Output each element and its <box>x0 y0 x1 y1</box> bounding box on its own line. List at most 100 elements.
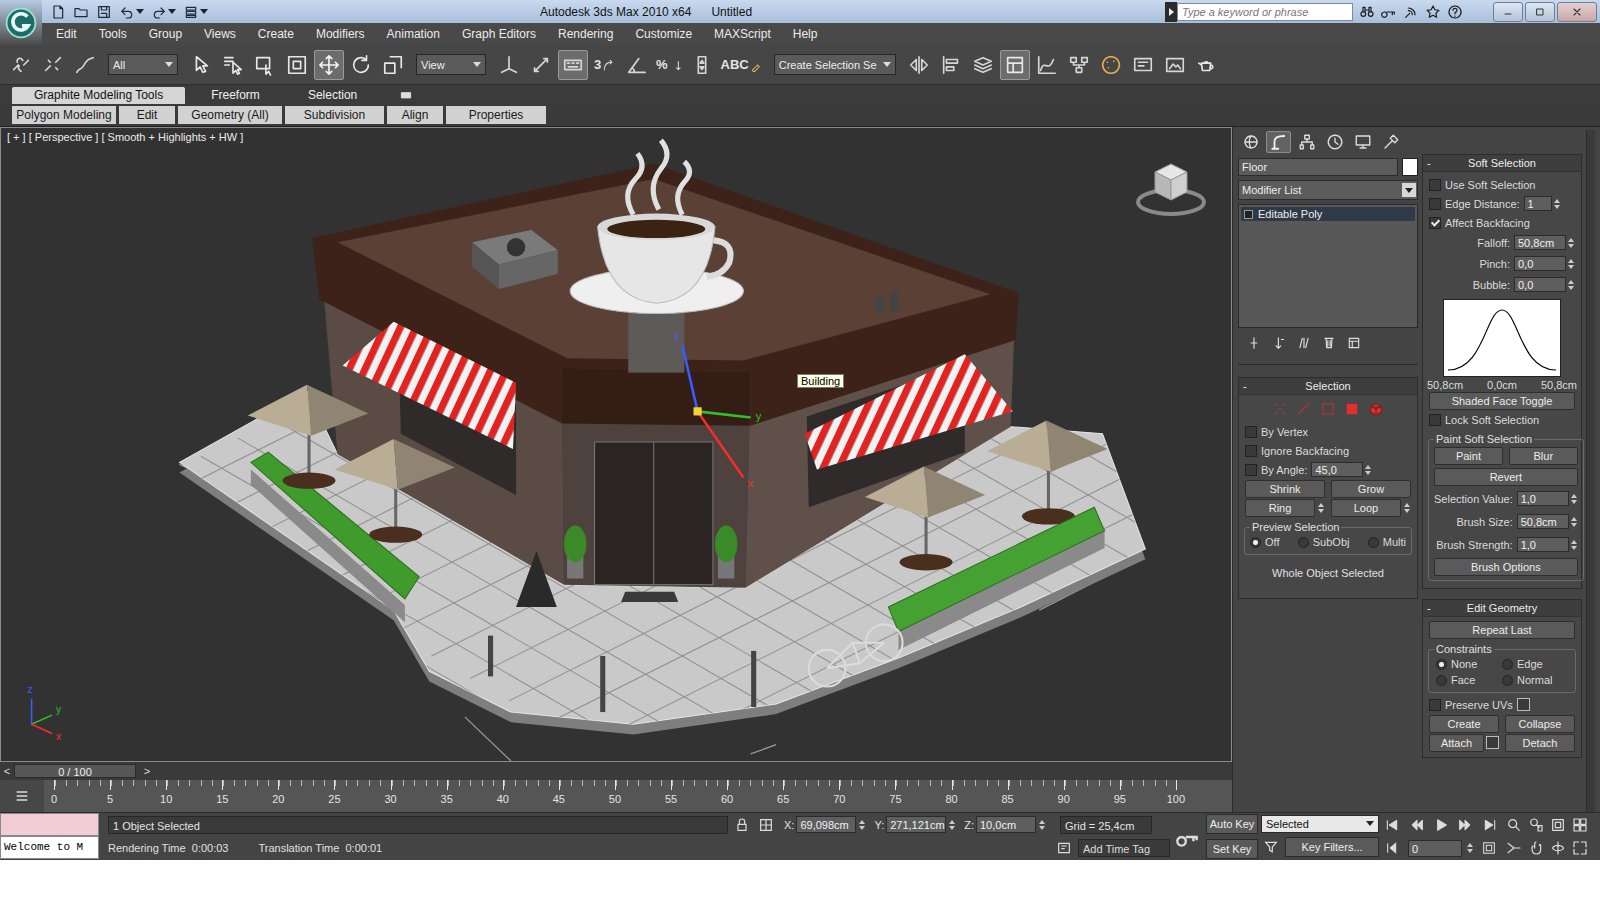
material-button[interactable] <box>1096 50 1126 80</box>
ribbon-panel[interactable]: Polygon Modeling <box>12 106 116 124</box>
close-button[interactable] <box>1557 2 1597 22</box>
brush-options-button[interactable]: Brush Options <box>1434 558 1578 576</box>
repeat-last-button[interactable]: Repeat Last <box>1429 621 1575 639</box>
rotate-button[interactable] <box>346 50 376 80</box>
hold-button[interactable] <box>181 3 210 21</box>
set-key-button[interactable]: Set Key <box>1206 839 1258 859</box>
rollout-header[interactable]: -Selection <box>1239 378 1417 395</box>
ribbon-tab[interactable]: Graphite Modeling Tools <box>12 87 185 104</box>
prev-frame-button[interactable] <box>1406 817 1426 833</box>
building[interactable] <box>312 164 1019 588</box>
selection-button[interactable]: Loop <box>1331 499 1401 517</box>
key-filter-toggle[interactable] <box>1261 839 1281 855</box>
perspective-viewport[interactable]: zyxzyx[ + ] [ Perspective ] [ Smooth + H… <box>0 127 1232 762</box>
checkbox-row[interactable]: Ignore Backfacing <box>1239 441 1417 460</box>
search-field[interactable]: Type a keyword or phrase <box>1177 3 1353 21</box>
ribbon-panel[interactable]: Geometry (All) <box>178 106 282 124</box>
minimize-button[interactable] <box>1493 2 1523 22</box>
edit-geometry-button[interactable]: Attach <box>1429 734 1484 752</box>
orbit-button[interactable] <box>1550 840 1566 856</box>
paint-button[interactable]: Paint <box>1434 447 1503 465</box>
command-panel-scrollbar[interactable] <box>1586 130 1595 812</box>
rollout-header[interactable]: -Edit Geometry <box>1423 600 1581 617</box>
search-expand-button[interactable] <box>1165 2 1177 22</box>
time-tag-button[interactable] <box>1054 840 1074 856</box>
radio-option[interactable]: Normal <box>1502 674 1568 686</box>
binoculars-button[interactable] <box>1359 4 1375 20</box>
key-filters-button[interactable]: Key Filters... <box>1285 837 1379 857</box>
ribbon-panel[interactable]: Subdivision <box>285 106 384 124</box>
bicycle[interactable] <box>809 624 903 686</box>
motion-panel-tab[interactable] <box>1322 131 1347 153</box>
spinner-snap-button[interactable] <box>687 50 717 80</box>
hierarchy-panel-tab[interactable] <box>1294 131 1319 153</box>
maximize-viewport-button[interactable] <box>1572 840 1588 856</box>
edge-distance-spinner[interactable]: 1 <box>1524 196 1561 211</box>
parameter-spinner[interactable]: 50,8cm <box>1517 514 1578 529</box>
patio-umbrella[interactable] <box>987 421 1107 525</box>
radio-option[interactable]: Multi <box>1368 536 1406 548</box>
checkbox-row[interactable]: By Vertex <box>1239 422 1417 441</box>
checkbox-row[interactable]: Affect Backfacing <box>1423 213 1581 232</box>
viewport-label[interactable]: [ + ] [ Perspective ] [ Smooth + Highlig… <box>7 131 243 143</box>
menu-item[interactable]: Customize <box>627 27 700 41</box>
menu-item[interactable]: Rendering <box>550 27 621 41</box>
selection-button[interactable]: Grow <box>1331 480 1411 498</box>
go-start-button[interactable] <box>1382 817 1402 833</box>
ribbon-minimize-button[interactable] <box>399 88 413 102</box>
radio-option[interactable]: None <box>1436 658 1502 670</box>
field-of-view-button[interactable] <box>1506 840 1522 856</box>
edit-geometry-button[interactable]: Collapse <box>1505 715 1575 733</box>
modifier-list-dropdown[interactable]: Modifier List <box>1238 180 1418 200</box>
shaded-face-toggle-button[interactable]: Shaded Face Toggle <box>1429 392 1575 410</box>
redo-button[interactable] <box>149 3 178 21</box>
patio-umbrella[interactable] <box>335 439 455 543</box>
pivot-button[interactable] <box>494 50 524 80</box>
checkbox[interactable] <box>1245 445 1257 457</box>
menu-item[interactable]: Group <box>141 27 190 41</box>
ribbon-panel[interactable]: Edit <box>119 106 175 124</box>
radio-option[interactable]: Edge <box>1502 658 1568 670</box>
radio-option[interactable]: SubObj <box>1298 536 1350 548</box>
selection-button[interactable]: Shrink <box>1245 480 1325 498</box>
schematic-button[interactable] <box>1064 50 1094 80</box>
ribbon-panel[interactable]: Properties <box>446 106 546 124</box>
render-button[interactable] <box>1192 50 1222 80</box>
select-button[interactable] <box>186 50 216 80</box>
percent-snap-button[interactable]: % <box>654 50 685 80</box>
track-bar-ruler[interactable]: 0510152025303540455055606570758085909510… <box>44 780 1232 812</box>
unlink-button[interactable] <box>38 50 68 80</box>
scale-button[interactable] <box>378 50 408 80</box>
move-gizmo[interactable]: zyx <box>674 330 762 489</box>
edit-geometry-button[interactable]: Detach <box>1505 734 1575 752</box>
coffee-cup-sign[interactable] <box>570 140 743 372</box>
checkbox-row[interactable]: Preserve UVs <box>1423 695 1581 714</box>
configure-button[interactable] <box>1346 335 1362 351</box>
move-button[interactable] <box>314 50 344 80</box>
parameter-spinner[interactable]: 0,0 <box>1514 277 1575 292</box>
time-slider-track[interactable]: 0 / 100 <box>14 764 140 779</box>
current-frame-field[interactable]: 0 <box>1408 840 1462 857</box>
revert-button[interactable]: Revert <box>1434 468 1578 486</box>
next-frame-button[interactable]: > <box>140 765 154 777</box>
parameter-spinner[interactable]: 1,0 <box>1517 537 1578 552</box>
previous-frame-button[interactable]: < <box>0 765 14 777</box>
transform-mode-button[interactable] <box>756 817 776 833</box>
application-button[interactable] <box>0 0 42 45</box>
new-button[interactable] <box>48 3 68 21</box>
rect-region-button[interactable] <box>250 50 280 80</box>
go-end-button[interactable] <box>1480 817 1500 833</box>
parameter-spinner[interactable]: 0,0 <box>1514 256 1575 271</box>
modifier-stack-item[interactable]: Editable Poly <box>1241 207 1415 221</box>
key-mode-toggle[interactable] <box>1382 840 1404 856</box>
zoom-extents-button[interactable] <box>1550 817 1566 833</box>
angle-snap-button[interactable] <box>622 50 652 80</box>
coordinate-field[interactable]: Z:10,0cm <box>964 816 1046 833</box>
toolbar-dropdown[interactable]: View <box>416 54 486 75</box>
selection-lock-button[interactable] <box>732 817 752 833</box>
zoom-all-button[interactable] <box>1528 817 1544 833</box>
menu-item[interactable]: Edit <box>48 27 85 41</box>
paint-button[interactable]: Blur <box>1509 447 1578 465</box>
show-end-result-button[interactable] <box>1271 335 1287 351</box>
pin-button[interactable] <box>1246 335 1262 351</box>
